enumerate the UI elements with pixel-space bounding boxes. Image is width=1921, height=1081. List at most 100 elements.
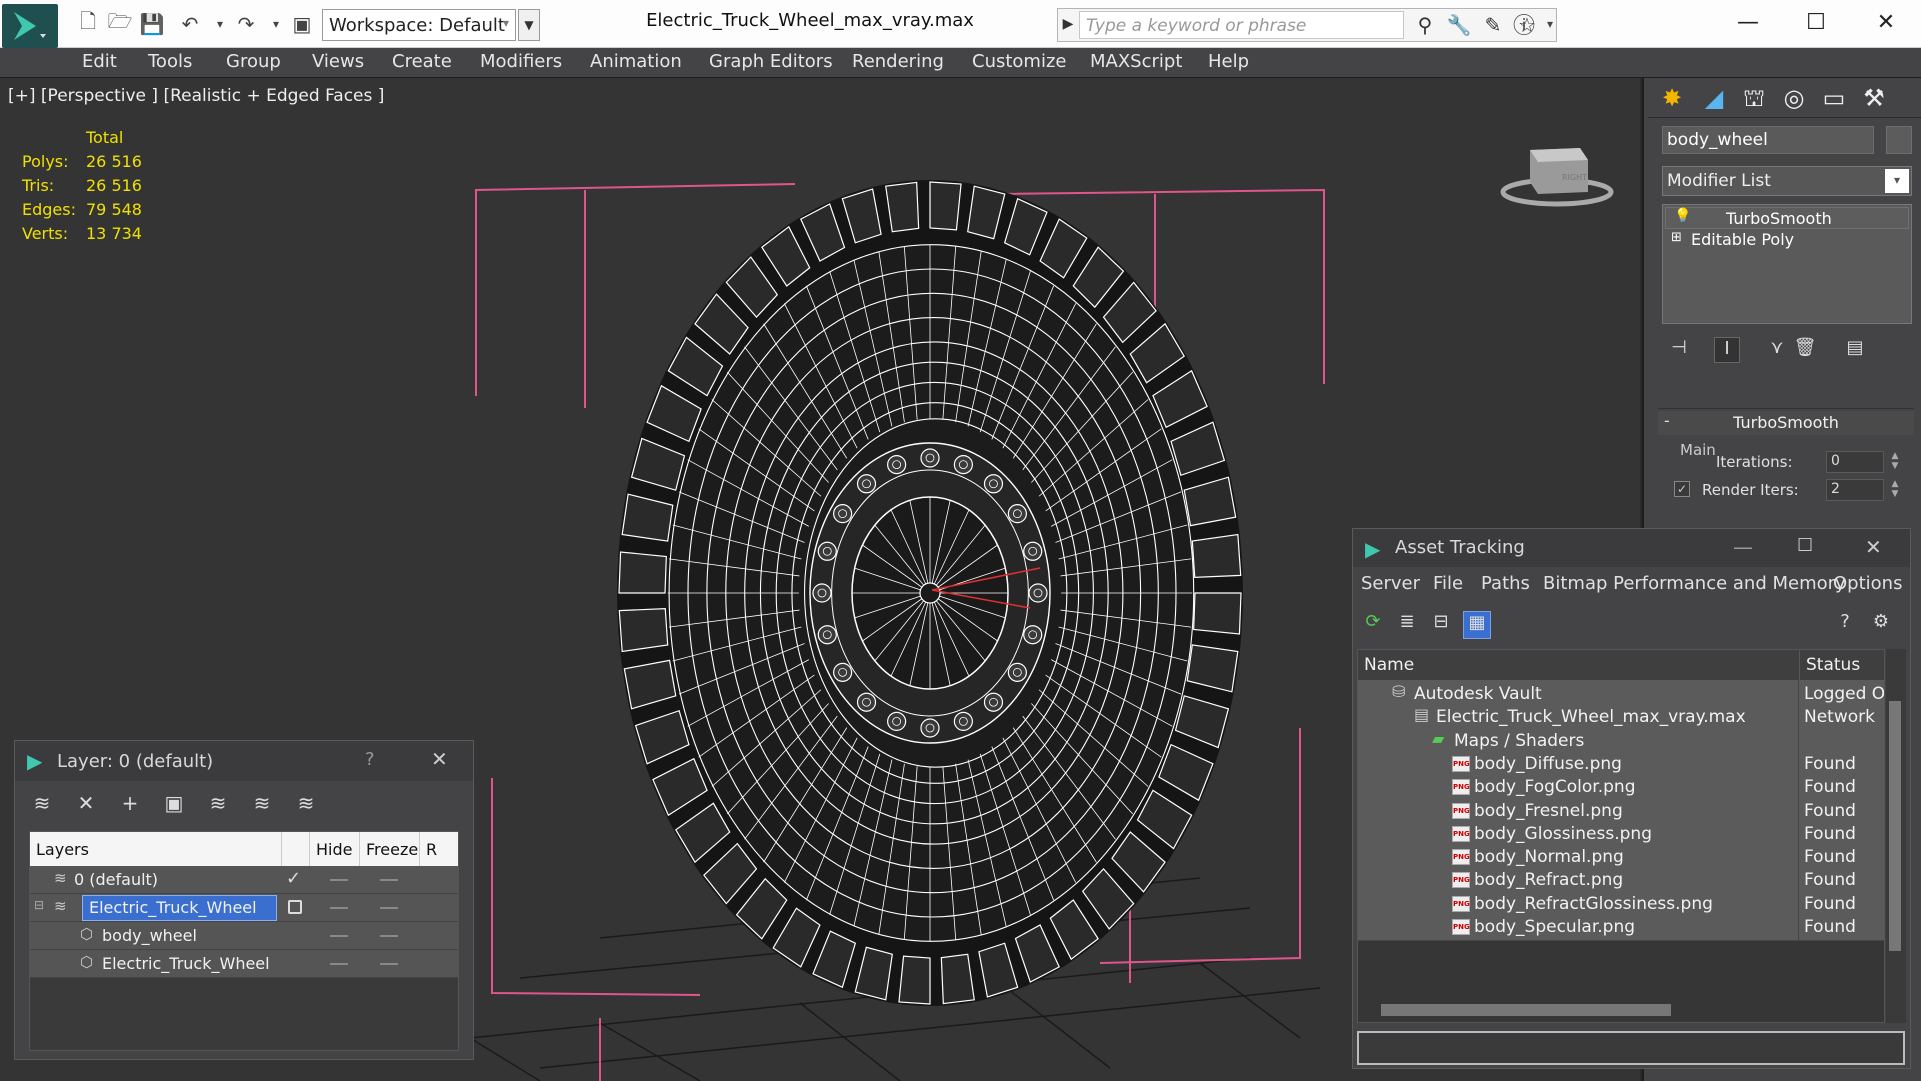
utilities-tab-icon[interactable]: ⚒ bbox=[1856, 84, 1892, 114]
menu-customize[interactable]: Customize bbox=[972, 51, 1066, 72]
add-to-layer-icon[interactable]: + bbox=[115, 791, 145, 821]
maximize-button[interactable]: ☐ bbox=[1786, 6, 1846, 42]
pin-stack-icon[interactable]: ⊣ bbox=[1666, 337, 1692, 363]
subscription-icon[interactable]: ✎ bbox=[1478, 13, 1508, 39]
column-header-status[interactable]: Status bbox=[1800, 650, 1884, 680]
layer-row-default[interactable]: ≋ 0 (default) ✓ bbox=[30, 866, 458, 894]
minimize-button[interactable]: — bbox=[1733, 535, 1753, 559]
rollout-header[interactable]: - TurboSmooth bbox=[1658, 411, 1914, 435]
hide-toggle[interactable] bbox=[330, 963, 348, 965]
menu-rendering[interactable]: Rendering bbox=[852, 51, 944, 72]
column-header-render[interactable]: R bbox=[420, 832, 458, 866]
undo-dropdown-icon[interactable]: ▾ bbox=[206, 10, 234, 38]
hide-all-layers-icon[interactable]: ≋ bbox=[291, 791, 321, 821]
minimize-button[interactable]: — bbox=[1718, 6, 1778, 42]
spinner-arrows-icon[interactable]: ▲ ▼ bbox=[1888, 479, 1902, 501]
workspace-menu-button[interactable]: ▼ bbox=[518, 9, 540, 41]
column-header-hide[interactable]: Hide bbox=[310, 832, 360, 866]
configure-modifier-sets-icon[interactable]: ▤ bbox=[1842, 337, 1868, 363]
viewcube-widget[interactable]: RIGHT bbox=[1500, 130, 1615, 210]
object-color-swatch[interactable] bbox=[1886, 126, 1912, 154]
current-layer-check-icon[interactable]: ✓ bbox=[286, 868, 301, 889]
tree-view-icon[interactable]: ⊟ bbox=[1427, 611, 1455, 639]
stack-item-editable-poly[interactable]: ⊞ Editable Poly bbox=[1665, 229, 1909, 251]
layer-row-electric-truck-wheel[interactable]: ⊟ ≋ Electric_Truck_Wheel bbox=[30, 894, 458, 922]
help-icon[interactable]: ⓘ bbox=[1510, 10, 1538, 39]
help-button[interactable]: ? bbox=[365, 749, 375, 770]
hierarchy-tab-icon[interactable]: ⛫ bbox=[1736, 84, 1772, 114]
list-view-icon[interactable]: ≣ bbox=[1393, 611, 1421, 639]
expand-plus-icon[interactable]: ⊞ bbox=[1671, 230, 1682, 245]
delete-layer-icon[interactable]: ✕ bbox=[71, 791, 101, 821]
settings-icon[interactable]: ⚙ bbox=[1867, 611, 1895, 639]
close-button[interactable]: ✕ bbox=[1865, 535, 1882, 559]
hide-toggle[interactable] bbox=[330, 935, 348, 937]
undo-icon[interactable]: ↶ bbox=[176, 10, 204, 38]
horizontal-scrollbar[interactable] bbox=[1381, 1004, 1671, 1016]
layer-titlebar[interactable]: ▶ Layer: 0 (default) ? ✕ bbox=[15, 741, 473, 781]
set-current-layer-box[interactable] bbox=[288, 900, 302, 914]
column-header-freeze[interactable]: Freeze bbox=[360, 832, 420, 866]
render-iters-checkbox[interactable]: ✓ bbox=[1674, 481, 1690, 497]
object-row-electric-truck-wheel[interactable]: ⬡ Electric_Truck_Wheel bbox=[30, 950, 458, 978]
table-view-icon[interactable]: ▦ bbox=[1463, 611, 1491, 639]
help-dropdown-icon[interactable]: ▾ bbox=[1536, 10, 1564, 38]
menu-tools[interactable]: Tools bbox=[148, 51, 192, 72]
save-icon[interactable]: 💾 bbox=[138, 10, 166, 38]
modify-tab-icon[interactable]: ◢ bbox=[1696, 84, 1732, 114]
menu-bitmap-performance[interactable]: Bitmap Performance and Memory bbox=[1543, 573, 1846, 594]
asset-tracking-titlebar[interactable]: ▶ Asset Tracking — ☐ ✕ bbox=[1353, 529, 1910, 567]
set-current-layer-icon[interactable]: ≋ bbox=[247, 791, 277, 821]
hide-toggle[interactable] bbox=[330, 879, 348, 881]
menu-group[interactable]: Group bbox=[226, 51, 281, 72]
motion-tab-icon[interactable]: ◎ bbox=[1776, 84, 1812, 114]
select-layer-icon[interactable]: ≋ bbox=[203, 791, 233, 821]
menu-edit[interactable]: Edit bbox=[82, 51, 117, 72]
maximize-button[interactable]: ☐ bbox=[1797, 535, 1813, 556]
help-icon[interactable]: ? bbox=[1831, 611, 1859, 639]
app-logo-button[interactable] bbox=[2, 4, 58, 48]
menu-server[interactable]: Server bbox=[1361, 573, 1420, 594]
close-button[interactable]: ✕ bbox=[1856, 6, 1916, 42]
display-tab-icon[interactable]: ▭ bbox=[1816, 84, 1852, 114]
menu-graph-editors[interactable]: Graph Editors bbox=[709, 51, 833, 72]
lightbulb-icon[interactable]: 💡 bbox=[1674, 208, 1691, 224]
menu-create[interactable]: Create bbox=[392, 51, 452, 72]
new-file-icon[interactable]: 🗋 bbox=[74, 9, 102, 38]
freeze-toggle[interactable] bbox=[380, 907, 398, 909]
menu-modifiers[interactable]: Modifiers bbox=[480, 51, 562, 72]
new-layer-icon[interactable]: ≋ bbox=[27, 791, 57, 821]
redo-icon[interactable]: ↷ bbox=[232, 10, 260, 38]
collapse-icon[interactable]: ⊟ bbox=[34, 898, 44, 912]
workspace-dropdown[interactable]: Workspace: Default ▾ bbox=[322, 9, 516, 41]
object-row-body-wheel[interactable]: ⬡ body_wheel bbox=[30, 922, 458, 950]
column-header-layers[interactable]: Layers bbox=[30, 832, 282, 866]
object-name-field[interactable]: body_wheel bbox=[1662, 126, 1874, 154]
menu-animation[interactable]: Animation bbox=[590, 51, 682, 72]
viewport-label[interactable]: [+] [Perspective ] [Realistic + Edged Fa… bbox=[8, 86, 384, 106]
menu-views[interactable]: Views bbox=[312, 51, 364, 72]
remove-modifier-icon[interactable]: 🗑 bbox=[1792, 337, 1818, 363]
binoculars-icon[interactable]: ⚲ bbox=[1410, 13, 1440, 39]
open-file-icon[interactable]: 🗁 bbox=[106, 9, 134, 38]
redo-dropdown-icon[interactable]: ▾ bbox=[262, 10, 290, 38]
freeze-toggle[interactable] bbox=[380, 879, 398, 881]
search-input[interactable]: Type a keyword or phrase bbox=[1079, 11, 1404, 39]
menu-paths[interactable]: Paths bbox=[1481, 573, 1530, 594]
hide-toggle[interactable] bbox=[330, 907, 348, 909]
iterations-spinner[interactable]: 0 bbox=[1826, 451, 1884, 473]
create-tab-icon[interactable]: ✸ bbox=[1654, 84, 1690, 114]
stack-item-turbosmooth[interactable]: 💡 TurboSmooth bbox=[1665, 207, 1909, 229]
freeze-toggle[interactable] bbox=[380, 935, 398, 937]
close-button[interactable]: ✕ bbox=[431, 747, 448, 771]
select-objects-icon[interactable]: ▣ bbox=[159, 791, 189, 821]
play-icon[interactable]: ▶ bbox=[1060, 16, 1076, 36]
freeze-toggle[interactable] bbox=[380, 963, 398, 965]
tools-icon[interactable]: 🔧 bbox=[1444, 13, 1474, 39]
render-iters-spinner[interactable]: 2 bbox=[1826, 479, 1884, 501]
menu-file[interactable]: File bbox=[1433, 573, 1463, 594]
menu-options[interactable]: Options bbox=[1833, 573, 1902, 594]
vertical-scrollbar[interactable] bbox=[1886, 649, 1906, 1023]
spinner-arrows-icon[interactable]: ▲ ▼ bbox=[1888, 451, 1902, 473]
scrollbar-thumb[interactable] bbox=[1889, 701, 1901, 951]
